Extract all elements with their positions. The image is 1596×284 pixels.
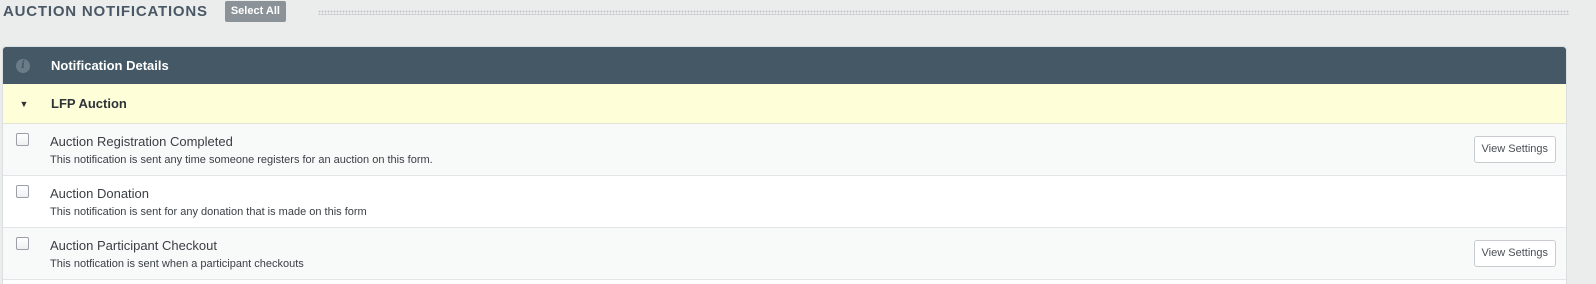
section-title: AUCTION NOTIFICATIONS (3, 2, 208, 20)
view-settings-button[interactable]: View Settings (1473, 240, 1556, 267)
info-icon: i (16, 58, 30, 73)
notification-title: Auction Registration Completed (50, 134, 233, 149)
notification-row: Auction Registration Completed This noti… (3, 124, 1566, 176)
notification-description: This notification is sent for any donati… (50, 206, 367, 218)
panel-title: Notification Details (51, 58, 169, 73)
notification-row: Auction Donation This notification is se… (3, 176, 1566, 228)
select-all-button[interactable]: Select All (224, 0, 286, 22)
notification-title: Auction Donation (50, 186, 150, 201)
group-row-lfp-auction[interactable]: ▼ LFP Auction (3, 84, 1566, 124)
panel-header: i Notification Details (3, 47, 1566, 84)
notification-checkbox[interactable] (16, 185, 29, 198)
notification-title: Auction Participant Checkout (50, 238, 217, 253)
notification-row: Auction Participant Checkout This notfic… (3, 228, 1566, 280)
notification-description: This notification is sent any time someo… (50, 154, 433, 166)
notification-description: This notfication is sent when a particip… (50, 258, 304, 270)
section-divider (317, 9, 1569, 15)
section-header: AUCTION NOTIFICATIONS Select All (0, 0, 1596, 22)
caret-down-icon[interactable]: ▼ (19, 99, 29, 109)
auction-notifications-page: AUCTION NOTIFICATIONS Select All i Notif… (0, 0, 1596, 284)
group-label: LFP Auction (51, 96, 127, 111)
notification-checkbox[interactable] (16, 237, 29, 250)
notification-checkbox[interactable] (16, 133, 29, 146)
view-settings-button[interactable]: View Settings (1473, 136, 1556, 163)
notification-details-panel: i Notification Details ▼ LFP Auction Auc… (2, 46, 1567, 284)
